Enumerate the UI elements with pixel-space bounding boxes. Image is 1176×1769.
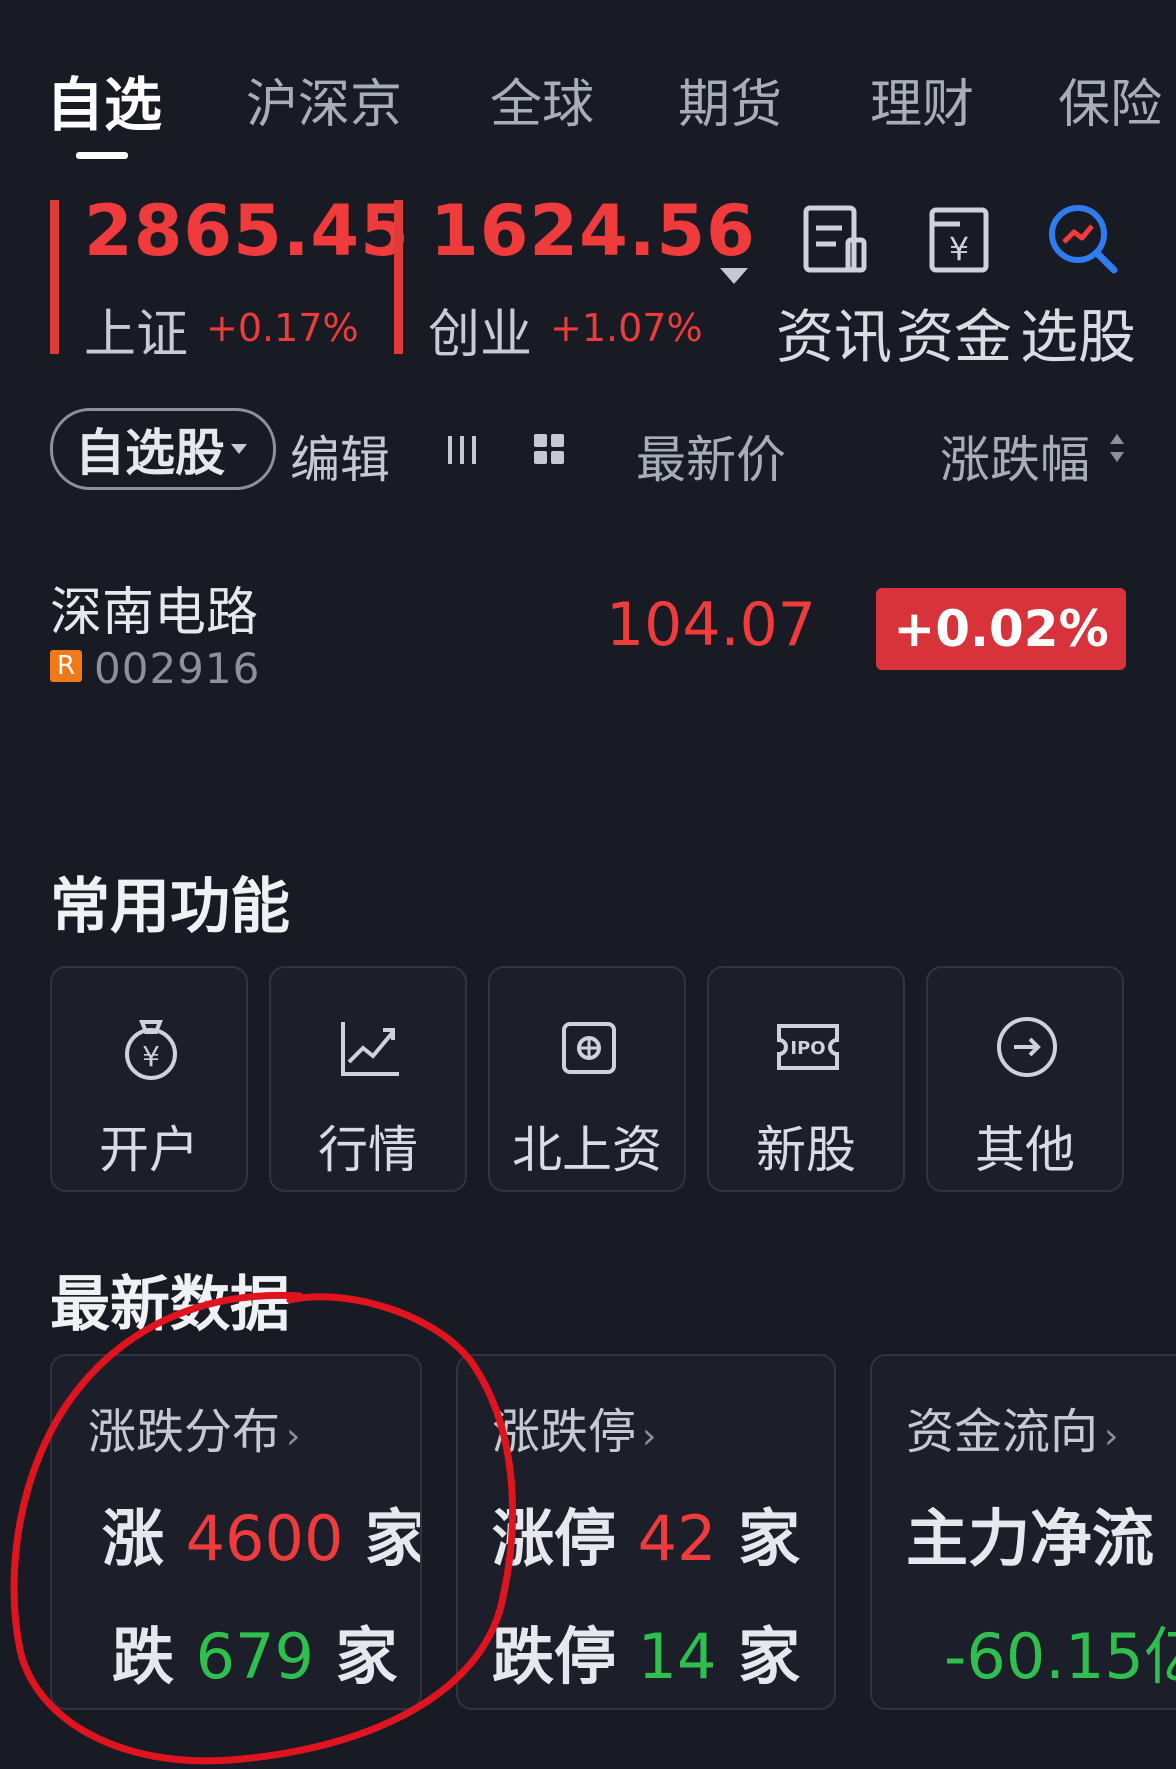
net-flow-label: 主力净流 — [906, 1502, 1155, 1575]
svg-text:¥: ¥ — [949, 230, 969, 268]
grid-view-icon[interactable] — [532, 432, 566, 466]
function-quotes[interactable]: 行情 — [269, 966, 467, 1192]
ipo-ticket-icon: IPO — [777, 1024, 839, 1070]
card-title: 涨跌分布 › — [88, 1404, 301, 1460]
index-bar — [394, 200, 403, 354]
index-change: +0.17% — [206, 306, 359, 350]
card-capital-flow[interactable]: 资金流向› 主力净流 -60.15亿 — [870, 1354, 1176, 1710]
tab-watchlist[interactable]: 自选 — [46, 58, 162, 142]
net-flow-value: -60.15亿 — [944, 1620, 1176, 1693]
trend-chart-icon — [341, 1022, 399, 1076]
index-bar — [50, 200, 59, 354]
stock-code: 002916 — [94, 644, 261, 693]
watchlist-group-selector[interactable]: 自选股 — [50, 408, 276, 490]
section-title-functions: 常用功能 — [50, 872, 290, 942]
money-bag-icon: ¥ — [125, 1020, 177, 1080]
watchlist-group-label: 自选股 — [75, 424, 225, 482]
card-title: 资金流向 › — [906, 1404, 1119, 1460]
rz-badge: R — [50, 650, 82, 682]
function-other[interactable]: 其他 — [926, 966, 1124, 1192]
index-name: 创业 — [428, 305, 533, 365]
card-distribution[interactable]: 涨跌分布 › 涨 4600 家 跌 679 家 — [50, 1354, 422, 1710]
news-icon[interactable] — [796, 200, 874, 278]
edit-button[interactable]: 编辑 — [290, 420, 390, 492]
tab-insurance[interactable]: 保险 — [1058, 62, 1162, 137]
index-value: 2865.45 — [84, 190, 410, 272]
function-label: 新股 — [756, 1121, 856, 1179]
function-label: 北上资 — [512, 1121, 662, 1179]
list-view-icon[interactable] — [446, 432, 478, 468]
up-count-line: 涨 4600 家 — [102, 1502, 422, 1575]
section-title-latest: 最新数据 — [50, 1270, 290, 1340]
northbound-icon — [562, 1022, 616, 1074]
price-column-header[interactable]: 最新价 — [636, 420, 786, 492]
tab-wealth[interactable]: 理财 — [870, 62, 974, 137]
stock-picker-label[interactable]: 选股 — [1020, 290, 1136, 374]
stock-name: 深南电路 — [50, 583, 259, 643]
tab-futures[interactable]: 期货 — [678, 62, 782, 137]
chevron-right-icon: › — [286, 1416, 301, 1457]
change-column-header[interactable]: 涨跌幅 — [940, 420, 1090, 492]
function-label: 开户 — [99, 1121, 199, 1179]
card-limits[interactable]: 涨跌停 › 涨停 42 家 跌停 14 家 — [456, 1354, 836, 1710]
function-open-account[interactable]: ¥ 开户 — [50, 966, 248, 1192]
news-label[interactable]: 资讯 — [776, 290, 892, 374]
stock-change-badge[interactable]: +0.02% — [876, 588, 1126, 670]
tab-sh-sz-bj[interactable]: 沪深京 — [246, 62, 402, 137]
function-label: 其他 — [975, 1121, 1075, 1179]
index-name: 上证 — [84, 305, 189, 365]
function-northbound[interactable]: 北上资 — [488, 966, 686, 1192]
stock-price: 104.07 — [606, 590, 816, 660]
limit-up-line: 涨停 42 家 — [492, 1502, 801, 1575]
limit-down-line: 跌停 14 家 — [492, 1620, 801, 1693]
tab-global[interactable]: 全球 — [490, 62, 594, 137]
fund-icon[interactable]: ¥ — [920, 200, 998, 278]
chevron-right-icon: › — [642, 1416, 657, 1457]
index-value: 1624.56 — [430, 190, 756, 272]
arrow-circle-icon — [997, 1017, 1057, 1077]
function-label: 行情 — [318, 1121, 418, 1179]
svg-text:IPO: IPO — [790, 1038, 825, 1059]
card-title: 涨跌停 › — [492, 1404, 657, 1460]
sort-icon[interactable] — [1108, 432, 1126, 464]
down-count-line: 跌 679 家 — [112, 1620, 398, 1693]
stock-picker-icon[interactable] — [1044, 200, 1122, 278]
function-ipo[interactable]: IPO 新股 — [707, 966, 905, 1192]
index-change: +1.07% — [550, 306, 703, 350]
tab-underline — [76, 152, 128, 159]
index-dropdown-caret[interactable] — [720, 268, 748, 284]
chevron-down-icon — [231, 444, 247, 454]
fund-label[interactable]: 资金 — [896, 290, 1012, 374]
chevron-right-icon: › — [1104, 1416, 1119, 1457]
svg-text:¥: ¥ — [142, 1040, 160, 1073]
